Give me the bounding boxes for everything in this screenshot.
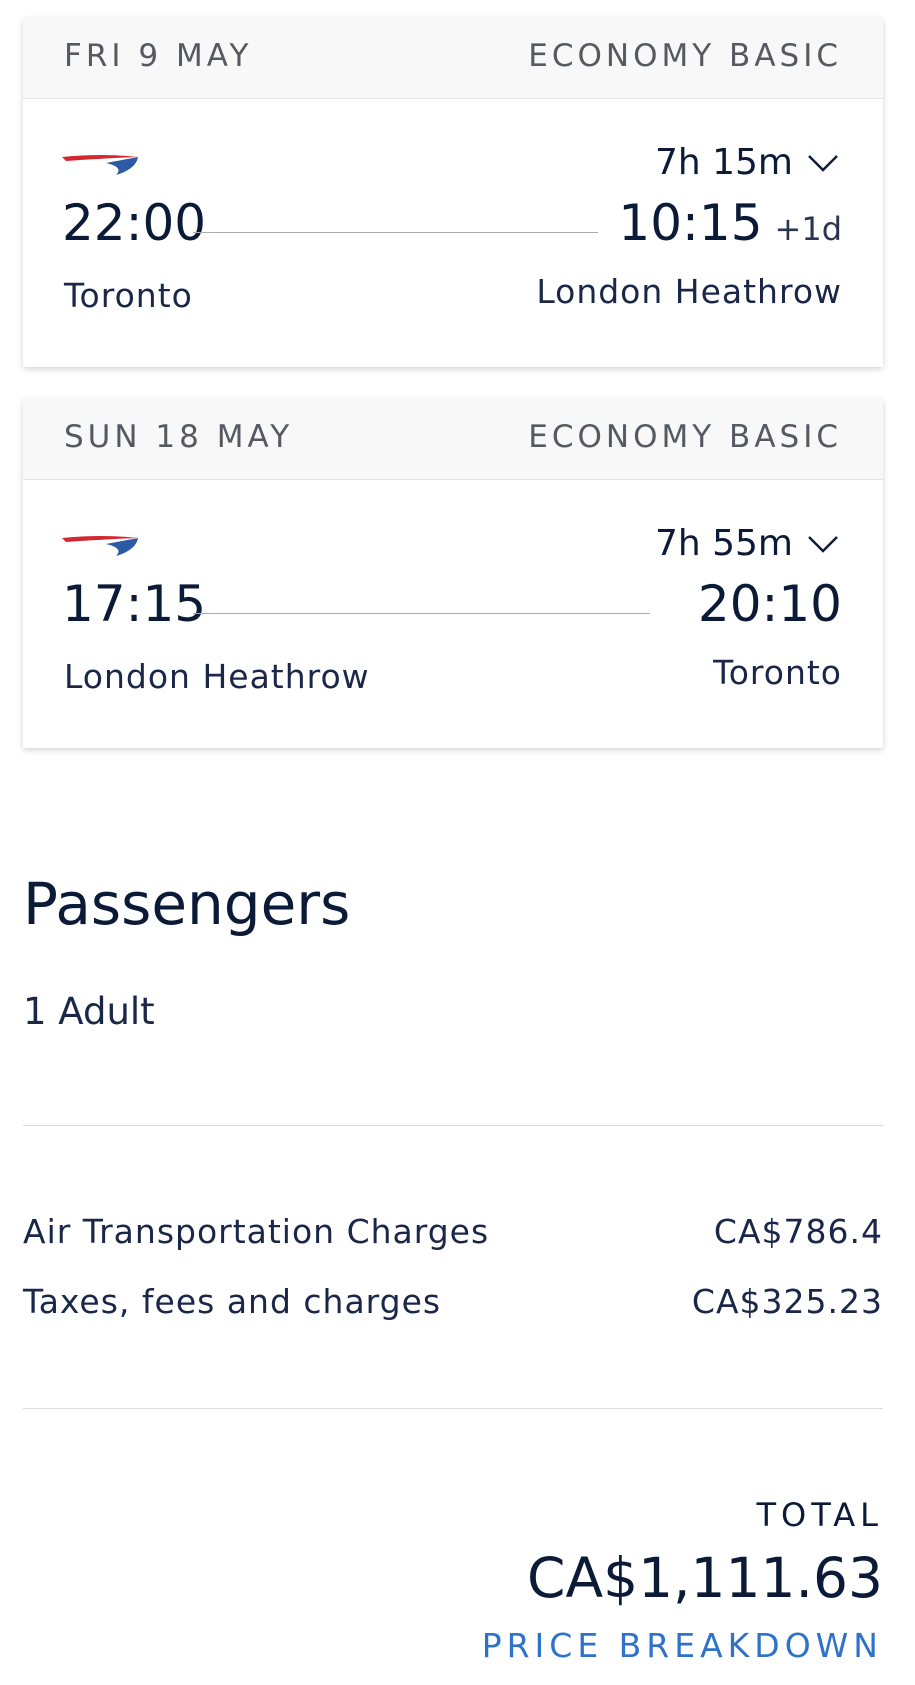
cabin-class: ECONOMY BASIC [528,419,842,455]
route-line [193,613,650,614]
arrival-time-group: 10:15 +1d [618,194,842,252]
divider [23,1408,883,1409]
departure-time: 22:00 [62,194,207,252]
arrival-city: Toronto [713,653,842,692]
total-label: TOTAL [756,1496,883,1534]
total-amount: CA$1,111.63 [527,1546,883,1610]
day-offset-badge: +1d [774,210,842,248]
passengers-heading: Passengers [23,870,351,938]
outbound-flight-card: FRI 9 MAY ECONOMY BASIC 7h 15m 22:00 10:… [23,18,883,367]
flight-duration: 7h 15m [654,142,793,183]
departure-city: Toronto [64,276,193,315]
charge-amount: CA$786.4 [713,1212,883,1251]
arrival-time: 20:10 [697,575,842,633]
departure-time: 17:15 [62,575,207,633]
return-flight-card: SUN 18 MAY ECONOMY BASIC 7h 55m 17:15 20… [23,399,883,748]
duration-toggle[interactable]: 7h 55m [655,523,839,564]
charge-amount: CA$325.23 [691,1282,883,1321]
charge-label: Taxes, fees and charges [23,1282,442,1321]
airline-logo-icon [62,536,138,556]
flight-duration: 7h 55m [654,523,793,564]
flight-card-body: 7h 55m 17:15 20:10 London Heathrow Toron… [23,480,883,748]
departure-city: London Heathrow [64,657,370,696]
cabin-class: ECONOMY BASIC [528,38,842,74]
charge-row: Taxes, fees and charges CA$325.23 [23,1282,883,1321]
flight-date: FRI 9 MAY [64,38,253,74]
charge-row: Air Transportation Charges CA$786.4 [23,1212,883,1251]
arrival-time: 10:15 [618,194,763,252]
divider [23,1125,883,1126]
chevron-down-icon [808,535,838,553]
charge-label: Air Transportation Charges [23,1212,490,1251]
arrival-time-group: 20:10 [698,575,842,633]
arrival-city: London Heathrow [536,272,842,311]
duration-toggle[interactable]: 7h 15m [655,142,839,183]
flight-card-header: FRI 9 MAY ECONOMY BASIC [23,18,883,99]
chevron-down-icon [808,154,838,172]
route-line [193,232,598,233]
flight-date: SUN 18 MAY [64,419,294,455]
flight-card-body: 7h 15m 22:00 10:15 +1d Toronto London He… [23,99,883,367]
flight-card-header: SUN 18 MAY ECONOMY BASIC [23,399,883,480]
airline-logo-icon [62,155,138,175]
price-breakdown-link[interactable]: PRICE BREAKDOWN [482,1626,883,1665]
passenger-count: 1 Adult [23,990,155,1033]
